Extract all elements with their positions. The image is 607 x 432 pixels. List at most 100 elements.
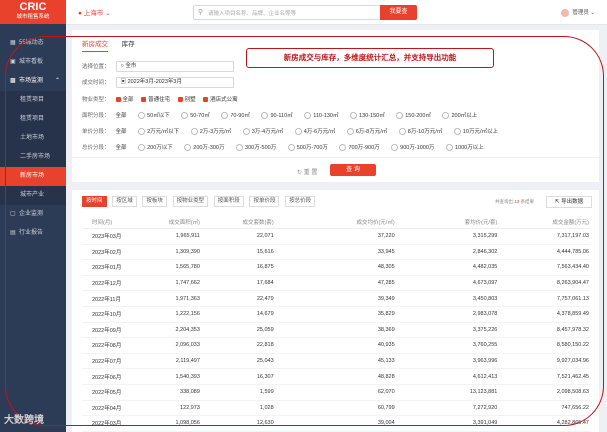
sidebar-item-new-house-market[interactable]: 新房市场 <box>0 167 66 186</box>
unit-option[interactable]: 10万元/㎡以上 <box>453 127 498 136</box>
location-select[interactable]: ○ 全市 <box>115 61 234 72</box>
checkbox-icon <box>203 97 209 103</box>
area-option[interactable]: 70-90㎡ <box>221 111 250 120</box>
column-header[interactable]: 成交均价(元/㎡) <box>274 215 396 229</box>
table-row: 2022年11月 1,971,363 22,479 39,349 3,450,803 7,… <box>82 290 590 307</box>
unit-option[interactable]: 3万-4万元/㎡ <box>242 127 283 136</box>
search-input[interactable]: 请输入项目名称、品牌、企业名等等 <box>208 9 296 17</box>
tab-by-total-price[interactable]: 按总价段 <box>285 196 316 207</box>
area-option[interactable]: 50-70㎡ <box>181 111 210 120</box>
sidebar-item-rental-project[interactable]: 租赁项目 <box>0 91 66 110</box>
area-option[interactable]: 150-200㎡ <box>396 111 431 120</box>
table-row: 2022年10月 1,222,156 14,679 35,829 2,983,078 4,… <box>82 306 590 323</box>
column-header[interactable]: 套均价(元/套) <box>395 215 499 229</box>
column-header[interactable]: 时间(月) <box>82 215 146 229</box>
table-cell: 1,098,056 <box>145 415 201 432</box>
unit-option[interactable]: 2万元/㎡以下 <box>138 127 179 136</box>
unit-option[interactable]: 全部 <box>116 127 127 135</box>
area-option[interactable]: 110-130㎡ <box>304 111 338 120</box>
area-option[interactable]: 130-150㎡ <box>350 111 385 120</box>
unit-option[interactable]: 2万-3万元/㎡ <box>190 127 231 136</box>
export-label: 导出数据 <box>561 199 584 205</box>
radio-label: 300万-500万 <box>245 145 277 151</box>
column-header[interactable]: 成交面积(㎡) <box>145 215 201 229</box>
checkbox-ordinary-residence[interactable]: 普通住宅 <box>141 95 170 103</box>
radio-icon <box>350 112 358 120</box>
total-option[interactable]: 200万以下 <box>138 143 173 152</box>
area-option[interactable]: 90-110㎡ <box>261 111 293 120</box>
location-filter: 选择位置： ○ 全市 <box>82 61 234 72</box>
sidebar-item-enterprise-monitor[interactable]: ▢ 企业监测 <box>0 205 66 224</box>
table-cell: 2022年06月 <box>82 368 146 385</box>
export-button[interactable]: ⇱ 导出数据 <box>546 196 592 208</box>
sidebar-item-market-monitor[interactable]: ▩ 市场监测 ⌃ <box>0 72 66 91</box>
logo-subtitle: 城市租售系统 <box>16 14 50 20</box>
query-button[interactable]: 查 询 <box>330 164 376 176</box>
radio-icon <box>304 112 312 120</box>
app-logo[interactable]: CRIC 城市租售系统 <box>0 0 66 24</box>
radio-label: 10万元/㎡以上 <box>462 129 498 135</box>
table-cell: 48,305 <box>274 259 396 276</box>
tab-by-property-type[interactable]: 按物业类型 <box>172 196 209 207</box>
search-button[interactable]: 我要查 <box>380 5 417 20</box>
tab-by-area[interactable]: 按面积段 <box>213 196 244 207</box>
radio-icon <box>236 144 244 152</box>
total-option[interactable]: 全部 <box>116 143 127 151</box>
sidebar-item-land-market[interactable]: 土地市场 <box>0 129 66 148</box>
sidebar-item-city-industry[interactable]: 城市产业 <box>0 186 66 205</box>
total-option[interactable]: 200万-300万 <box>184 143 224 152</box>
radio-label: 500万-700万 <box>296 145 328 151</box>
search-box[interactable]: ⚲ 请输入项目名称、品牌、企业名等等 我要查 <box>193 5 417 20</box>
location-value: 全市 <box>125 63 137 69</box>
total-option[interactable]: 900万-1000万 <box>391 143 434 152</box>
table-cell: 13,123,881 <box>395 384 499 401</box>
sidebar-item-industry-report[interactable]: ▤ 行业报告 <box>0 224 66 243</box>
total-option[interactable]: 300万-500万 <box>236 143 277 152</box>
checkbox-label: 全部 <box>122 97 134 103</box>
unit-option[interactable]: 4万-6万元/㎡ <box>294 127 335 136</box>
area-option[interactable]: 200㎡以上 <box>442 111 477 120</box>
city-selector[interactable]: ● 上海市 ⌄ <box>78 7 111 17</box>
checkbox-serviced-apartment[interactable]: 酒店式公寓 <box>203 95 238 103</box>
checkbox-villa[interactable]: 别墅 <box>177 95 196 103</box>
column-header[interactable]: 成交金额(万元) <box>498 215 590 229</box>
radio-label: 6万-8万元/㎡ <box>355 129 388 135</box>
results-table: 时间(月) 成交面积(㎡) 成交套数(套) 成交均价(元/㎡) 套均价(元/套)… <box>82 215 590 432</box>
tab-by-region[interactable]: 按区域 <box>112 196 137 207</box>
table-cell: 14,679 <box>200 306 275 323</box>
table-cell: 2022年09月 <box>82 322 146 339</box>
unit-option[interactable]: 8万-10万元/㎡ <box>398 127 442 136</box>
radio-icon <box>287 144 295 152</box>
table-cell: 7,563,434.40 <box>498 259 590 276</box>
sidebar-item-rental-project-2[interactable]: 租赁项目 <box>0 110 66 129</box>
tab-inventory[interactable]: 库存 <box>122 38 135 51</box>
table-cell: 47,285 <box>274 275 396 292</box>
radio-icon <box>184 144 192 152</box>
table-cell: 4,282,865.47 <box>498 415 590 432</box>
sidebar-item-city-board[interactable]: ▣ 城市看板 <box>0 53 66 72</box>
tab-new-house-deal[interactable]: 新房成交 <box>82 38 108 52</box>
area-option[interactable]: 50㎡以下 <box>138 111 170 120</box>
radio-label: 50-70㎡ <box>190 113 210 119</box>
tab-by-time[interactable]: 按时间 <box>82 196 107 207</box>
unit-option[interactable]: 6万-8万元/㎡ <box>346 127 388 136</box>
time-range-select[interactable]: ▣ 2022年3月-2023年3月 <box>115 77 234 88</box>
total-option[interactable]: 500万-700万 <box>287 143 328 152</box>
area-option[interactable]: 全部 <box>116 111 127 119</box>
tab-by-block[interactable]: 按板块 <box>142 196 167 207</box>
table-cell: 8,457,978.32 <box>498 322 590 339</box>
city-name: 上海市 <box>83 10 104 17</box>
total-option[interactable]: 700万-900万 <box>339 143 380 152</box>
checkbox-label: 酒店式公寓 <box>210 97 238 103</box>
tab-by-unit-price[interactable]: 按单价段 <box>249 196 280 207</box>
total-option[interactable]: 1000万以上 <box>445 143 484 152</box>
radio-label: 50㎡以下 <box>147 113 170 119</box>
checkbox-all[interactable]: 全部 <box>115 95 134 103</box>
table-cell: 16,875 <box>200 259 275 276</box>
reset-button[interactable]: ↻ 重 置 <box>297 167 317 176</box>
user-menu[interactable]: 管理员 ⌄ <box>561 8 595 17</box>
sidebar-item-secondhand-market[interactable]: 二手房市场 <box>0 148 66 167</box>
monitor-icon: ▣ <box>10 59 16 65</box>
column-header[interactable]: 成交套数(套) <box>200 215 275 229</box>
sidebar-item-55-city[interactable]: ▦ 55城动态 <box>0 34 66 53</box>
